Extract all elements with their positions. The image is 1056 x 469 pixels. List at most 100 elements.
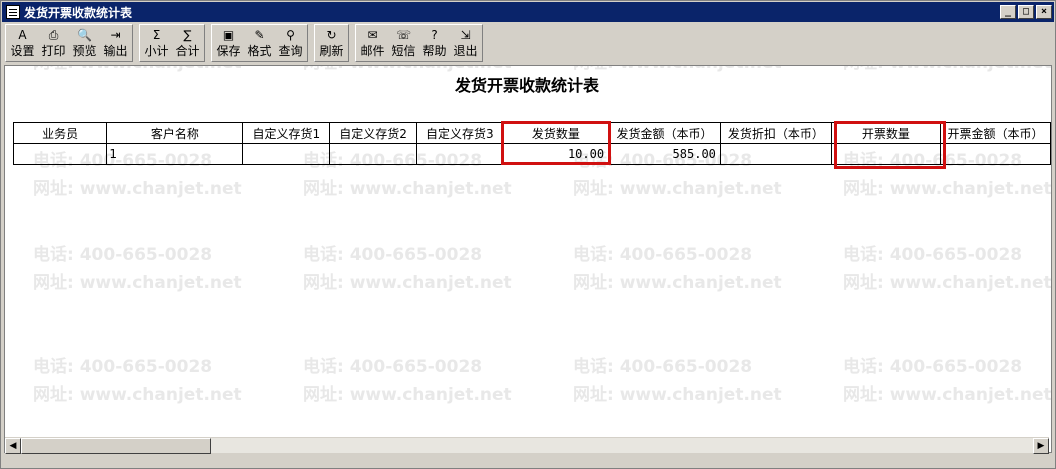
cell-shipped-discount[interactable] [719,143,832,165]
format-label: 格式 [247,44,272,58]
watermark-site: 网址: www.chanjet.net [573,385,782,405]
watermark-site: 网址: www.chanjet.net [843,273,1052,293]
sms-button[interactable]: ☏ 短信 [388,26,419,60]
col-custom-item-3[interactable]: 自定义存货3 [415,122,504,144]
preview-label: 预览 [72,44,97,58]
help-button[interactable]: ? 帮助 [419,26,450,60]
watermark-site: 网址: www.chanjet.net [573,179,782,199]
preview-button[interactable]: 🔍 预览 [69,26,100,60]
export-label: 输出 [103,44,128,58]
scroll-left-icon[interactable]: ◀ [5,438,21,454]
binoculars-icon: ⚲ [286,28,295,42]
cell-custom-item-1[interactable] [242,143,331,165]
watermark-site: 网址: www.chanjet.net [303,273,512,293]
col-invoiced-qty[interactable]: 开票数量 [830,122,942,144]
toolbar-group-format: ▣ 保存 ✎ 格式 ⚲ 查询 [211,24,308,62]
exit-label: 退出 [453,44,478,58]
setup-icon: A [18,28,27,42]
toolbar-group-output: A 设置 ⎙ 打印 🔍 预览 ⇥ 输出 [5,24,133,62]
toolbar-group-totals: Σ 小计 ∑ 合计 [139,24,205,62]
cell-invoiced-qty[interactable] [830,143,942,165]
title-bar: 发货开票收款统计表 _ □ × [2,2,1054,22]
cell-salesperson[interactable] [12,143,108,165]
col-shipped-amount[interactable]: 发货金额（本币） [608,122,721,144]
col-invoiced-amount[interactable]: 开票金额（本币） [940,122,1051,144]
col-shipped-discount[interactable]: 发货折扣（本币） [719,122,832,144]
mail-icon: ✉ [367,28,378,42]
watermark-phone: 电话: 400-665-0028 [573,357,753,377]
watermark-phone: 电话: 400-665-0028 [303,245,483,265]
cell-customer-name[interactable]: 1 [106,143,244,165]
main-window: 发货开票收款统计表 _ □ × A 设置 ⎙ 打印 🔍 预览 ⇥ 输出 Σ 小计 ∑ 合计 … [0,0,1056,469]
setup-button[interactable]: A 设置 [7,26,38,60]
exit-icon: ⇲ [460,28,471,42]
col-shipped-qty[interactable]: 发货数量 [502,122,610,144]
cell-shipped-qty[interactable]: 10.00 [502,143,610,165]
query-button[interactable]: ⚲ 查询 [275,26,306,60]
scroll-right-icon[interactable]: ▶ [1033,438,1049,454]
subtotal-button[interactable]: Σ 小计 [141,26,172,60]
subtotal-icon: Σ [152,28,161,42]
cell-invoiced-amount[interactable] [940,143,1051,165]
table-row[interactable]: 1 10.00 585.00 [12,143,1051,165]
maximize-button[interactable]: □ [1018,5,1034,19]
exit-button[interactable]: ⇲ 退出 [450,26,481,60]
query-label: 查询 [278,44,303,58]
printer-icon: ⎙ [48,28,59,42]
watermark-phone: 电话: 400-665-0028 [573,245,753,265]
watermark-site: 网址: www.chanjet.net [303,179,512,199]
cell-shipped-amount[interactable]: 585.00 [608,143,721,165]
toolbar: A 设置 ⎙ 打印 🔍 预览 ⇥ 输出 Σ 小计 ∑ 合计 ▣ 保存 ✎ 格式 ⚲ 查询 ↻ 刷新 … [3,24,1053,64]
table-header-row: 业务员 客户名称 自定义存货1 自定义存货2 自定义存货3 发货数量 发货金额（… [12,122,1051,144]
format-button[interactable]: ✎ 格式 [244,26,275,60]
refresh-button[interactable]: ↻ 刷新 [316,26,347,60]
sms-icon: ☏ [395,28,411,42]
email-label: 邮件 [360,44,385,58]
export-button[interactable]: ⇥ 输出 [100,26,131,60]
print-button[interactable]: ⎙ 打印 [38,26,69,60]
minimize-button[interactable]: _ [1000,5,1016,19]
watermark-site: 网址: www.chanjet.net [33,179,242,199]
total-button[interactable]: ∑ 合计 [172,26,203,60]
watermark-site: 网址: www.chanjet.net [33,273,242,293]
window-title: 发货开票收款统计表 [24,5,133,20]
scroll-thumb[interactable] [21,438,211,454]
help-label: 帮助 [422,44,447,58]
col-customer-name[interactable]: 客户名称 [106,122,244,144]
floppy-icon: ▣ [222,28,235,42]
close-button[interactable]: × [1036,5,1052,19]
watermark-phone: 电话: 400-665-0028 [33,357,213,377]
setup-label: 设置 [10,44,35,58]
horizontal-scrollbar[interactable]: ◀ ▶ [5,437,1049,454]
total-label: 合计 [175,44,200,58]
watermark-site: 网址: www.chanjet.net [573,273,782,293]
sms-label: 短信 [391,44,416,58]
col-salesperson[interactable]: 业务员 [12,122,108,144]
refresh-label: 刷新 [319,44,344,58]
watermark-phone: 电话: 400-665-0028 [303,357,483,377]
report-title: 发货开票收款统计表 [454,76,599,95]
format-icon: ✎ [254,28,265,42]
watermark-phone: 电话: 400-665-0028 [843,357,1023,377]
cell-custom-item-2[interactable] [329,143,417,165]
save-button[interactable]: ▣ 保存 [213,26,244,60]
report-table: 业务员 客户名称 自定义存货1 自定义存货2 自定义存货3 发货数量 发货金额（… [12,122,1051,165]
cell-custom-item-3[interactable] [415,143,504,165]
watermark-phone: 电话: 400-665-0028 [843,245,1023,265]
col-custom-item-2[interactable]: 自定义存货2 [329,122,417,144]
toolbar-group-misc: ✉ 邮件 ☏ 短信 ? 帮助 ⇲ 退出 [355,24,483,62]
watermark-site: 网址: www.chanjet.net [33,385,242,405]
refresh-icon: ↻ [326,28,337,42]
email-button[interactable]: ✉ 邮件 [357,26,388,60]
watermark-site: 网址: www.chanjet.net [843,385,1052,405]
watermark-site: 网址: www.chanjet.net [303,385,512,405]
magnifier-icon: 🔍 [77,28,92,42]
document-icon [6,5,20,19]
watermark-site: 网址: www.chanjet.net [843,179,1052,199]
status-bar [3,456,1053,468]
help-icon: ? [431,28,438,42]
export-icon: ⇥ [110,28,121,42]
watermark-phone: 电话: 400-665-0028 [33,245,213,265]
report-area: 发货开票收款统计表 电话: 400-665-0028 网址: www.chanje… [4,65,1052,453]
col-custom-item-1[interactable]: 自定义存货1 [242,122,331,144]
